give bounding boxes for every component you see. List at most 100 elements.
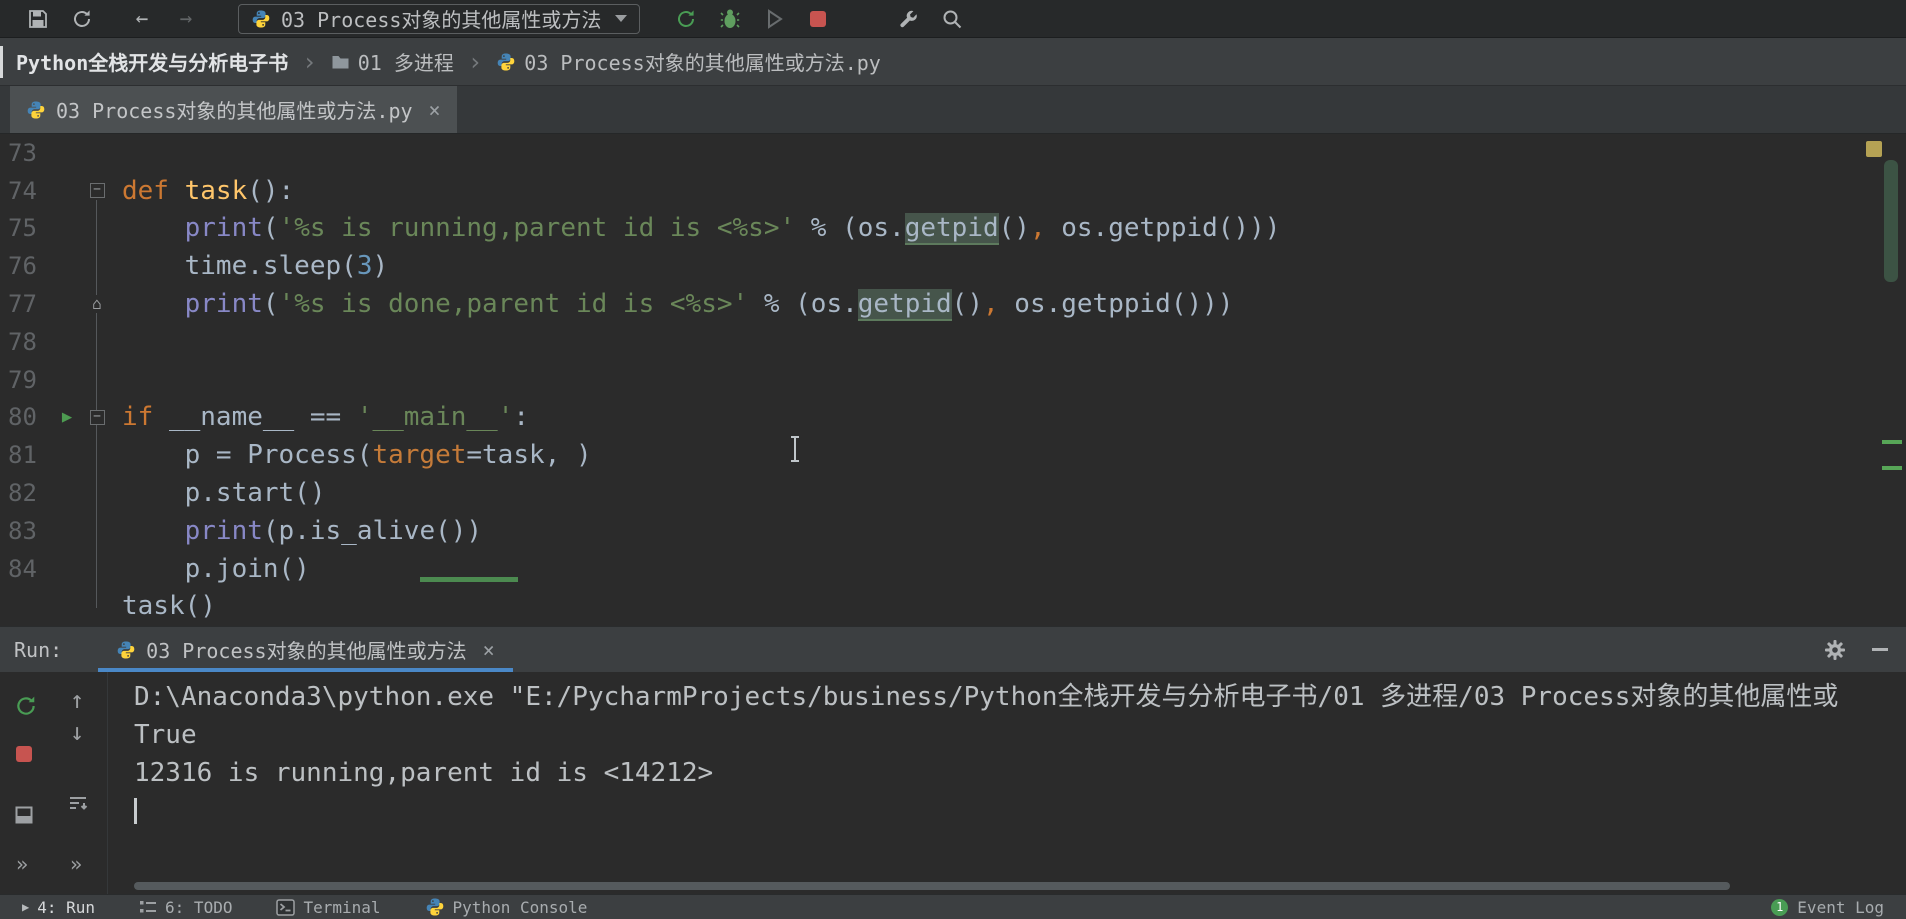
python-icon — [496, 52, 516, 72]
status-run-button[interactable]: ▶ 4: Run — [0, 895, 117, 919]
status-python-console-button[interactable]: Python Console — [403, 895, 610, 919]
down-button[interactable]: ↓ — [70, 720, 84, 744]
line-number: 82 — [8, 479, 37, 508]
fold-icon[interactable]: − — [89, 183, 105, 199]
run-button[interactable] — [674, 7, 698, 31]
settings-wrench-button[interactable] — [896, 7, 920, 31]
chevron-separator-icon: › — [467, 47, 483, 76]
inspection-indicator[interactable] — [1866, 141, 1882, 157]
fold-icon[interactable]: − — [89, 409, 105, 425]
vcs-change-tick — [1882, 440, 1902, 444]
editor-scrollbar-thumb[interactable] — [1884, 160, 1898, 282]
stop-button[interactable] — [806, 7, 830, 31]
horizontal-scrollbar[interactable] — [134, 882, 1730, 890]
line-number: 84 — [8, 554, 37, 583]
python-icon — [425, 897, 445, 917]
code-line: 78 — [0, 323, 1906, 361]
close-icon[interactable]: × — [429, 98, 441, 122]
gear-icon — [1825, 639, 1845, 660]
line-number: 74 — [8, 176, 37, 205]
stop-icon — [810, 10, 827, 27]
notification-badge: 1 — [1771, 898, 1789, 916]
breadcrumb-file[interactable]: 03 Process对象的其他属性或方法.py — [496, 47, 881, 76]
code-line: 80 ▶ − if __name__ == '__main__': — [0, 399, 1906, 437]
expand-more-button[interactable]: » — [70, 854, 82, 874]
close-icon[interactable]: × — [483, 638, 495, 662]
line-number: 79 — [8, 365, 37, 394]
line-number: 73 — [8, 138, 37, 167]
status-todo-button[interactable]: 6: TODO — [117, 895, 254, 919]
sync-button[interactable] — [70, 7, 94, 31]
minimize-button[interactable] — [1872, 648, 1888, 651]
status-run-label: 4: Run — [37, 897, 96, 917]
folder-icon — [332, 55, 349, 68]
line-number: 81 — [8, 441, 37, 470]
rerun-button[interactable] — [14, 694, 38, 718]
rerun-icon — [678, 9, 695, 27]
code-line: 84 p.join() — [0, 550, 1906, 588]
wrench-icon — [900, 10, 918, 27]
debug-button[interactable] — [718, 7, 742, 31]
line-number: 77 — [8, 290, 37, 319]
breadcrumb: Python全栈开发与分析电子书 › 01 多进程 › 03 Process对象… — [0, 38, 1906, 86]
run-line-icon[interactable]: ▶ — [62, 408, 72, 426]
mouse-cursor — [791, 436, 799, 462]
breadcrumb-folder-label: 01 多进程 — [357, 51, 454, 75]
code-line: 79 — [0, 361, 1906, 399]
console-output[interactable]: D:\Anaconda3\python.exe "E:/PycharmProje… — [108, 672, 1906, 894]
fold-end-icon[interactable]: ⌂ — [90, 295, 104, 314]
chevron-separator-icon: › — [302, 47, 317, 76]
code-line: 75 print('%s is running,parent id is <%s… — [0, 210, 1906, 248]
editor-tab[interactable]: 03 Process对象的其他属性或方法.py × — [10, 86, 457, 133]
coverage-icon — [768, 8, 784, 29]
search-icon — [943, 10, 962, 28]
code-editor[interactable]: 73 74− def task(): 75 print('%s is running,… — [0, 134, 1906, 626]
run-tab[interactable]: 03 Process对象的其他属性或方法 × — [98, 627, 514, 672]
code-line: task() — [122, 591, 216, 622]
status-terminal-button[interactable]: Terminal — [254, 895, 402, 919]
status-terminal-label: Terminal — [303, 897, 381, 917]
code-line: 81 p = Process(target=task, ) — [0, 436, 1906, 474]
code-line: 77 ⌂ print('%s is done,parent id is <%s>'… — [0, 285, 1906, 323]
todo-list-icon — [140, 901, 157, 913]
chevrons-right-icon: » — [16, 852, 29, 876]
soft-wrap-button[interactable] — [68, 794, 88, 814]
console-line: D:\Anaconda3\python.exe "E:/PycharmProje… — [134, 682, 1839, 712]
rerun-icon — [17, 696, 35, 715]
settings-gear-button[interactable] — [1824, 639, 1846, 661]
code-line: 82 p.start() — [0, 474, 1906, 512]
status-todo-label: 6: TODO — [165, 897, 233, 917]
code-area: 73 74− def task(): 75 print('%s is running,… — [0, 134, 1906, 625]
line-number: 83 — [8, 516, 37, 545]
coverage-button[interactable] — [762, 7, 786, 31]
restore-layout-button[interactable] — [15, 806, 33, 824]
run-config-select[interactable]: 03 Process对象的其他属性或方法 — [238, 3, 641, 34]
run-panel-label: Run: — [14, 637, 63, 662]
python-icon — [251, 9, 271, 29]
chevrons-right-icon: » — [70, 852, 83, 876]
editor-tab-title: 03 Process对象的其他属性或方法.py — [56, 99, 413, 123]
up-button[interactable]: ↑ — [70, 688, 84, 712]
code-line: 83 print(p.is_alive()) — [0, 512, 1906, 550]
breadcrumb-folder[interactable]: 01 多进程 — [331, 47, 454, 76]
python-icon — [26, 100, 46, 120]
stop-icon — [16, 746, 32, 762]
search-button[interactable] — [940, 7, 964, 31]
forward-icon: → — [179, 6, 193, 30]
event-log-label: Event Log — [1797, 897, 1884, 917]
run-panel-header: Run: 03 Process对象的其他属性或方法 × — [0, 626, 1906, 672]
expand-more-button[interactable]: » — [16, 854, 28, 874]
event-log-button[interactable]: 1 Event Log — [1771, 895, 1906, 919]
save-button[interactable] — [26, 7, 50, 31]
toolwindow-accent — [0, 46, 3, 78]
forward-button[interactable]: → — [174, 7, 198, 31]
main-toolbar: ← → 03 Process对象的其他属性或方法 — [0, 0, 1906, 38]
vcs-change-tick — [1882, 466, 1902, 470]
status-bar: ▶ 4: Run 6: TODO Terminal Python Console… — [0, 894, 1906, 919]
console-stop-button[interactable] — [16, 746, 32, 762]
back-button[interactable]: ← — [130, 7, 154, 31]
chevron-down-icon — [615, 15, 628, 22]
bug-icon — [720, 9, 740, 28]
breadcrumb-root[interactable]: Python全栈开发与分析电子书 — [16, 47, 288, 76]
line-number: 78 — [8, 327, 37, 356]
